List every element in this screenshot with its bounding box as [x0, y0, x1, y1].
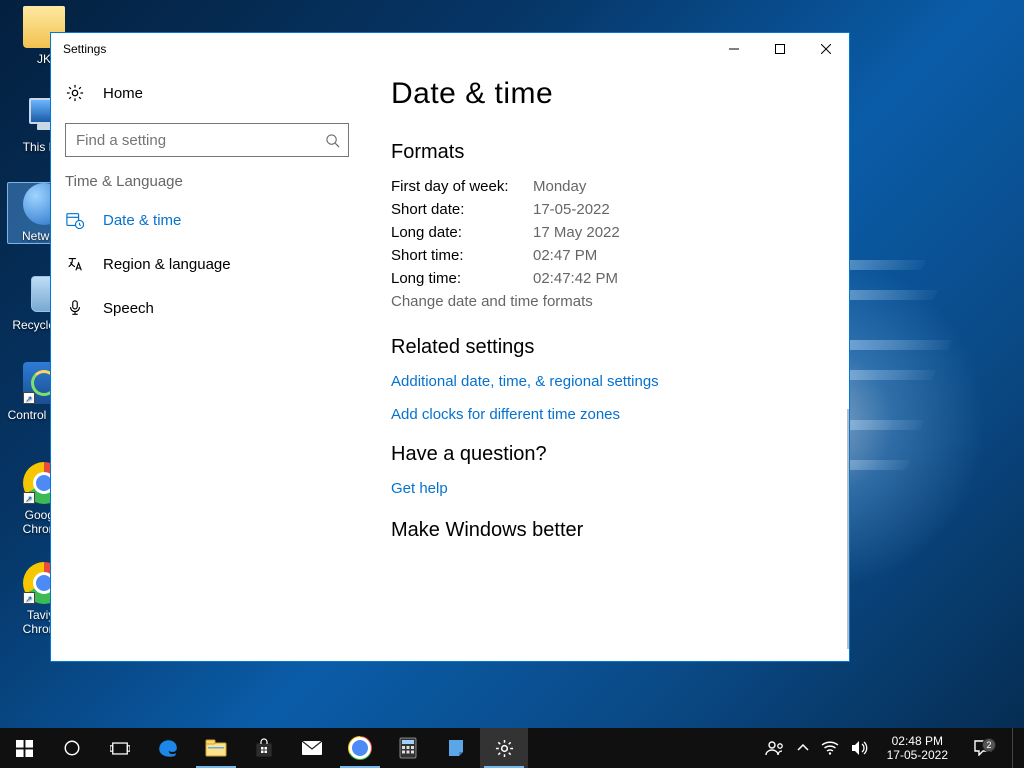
link-additional-settings[interactable]: Additional date, time, & regional settin…	[391, 373, 831, 390]
taskbar-file-explorer[interactable]	[192, 728, 240, 768]
maximize-button[interactable]	[757, 33, 803, 65]
taskbar-edge[interactable]	[144, 728, 192, 768]
label: Long time:	[391, 270, 533, 287]
volume-icon[interactable]	[851, 740, 869, 756]
sidebar-item-label: Date & time	[103, 212, 181, 229]
sidebar-item-region[interactable]: Region & language	[51, 242, 363, 286]
sidebar-category: Time & Language	[51, 173, 363, 198]
clock-calendar-icon	[65, 210, 85, 230]
row-first-day: First day of week: Monday	[391, 178, 831, 195]
section-question: Have a question?	[391, 443, 831, 466]
link-change-formats[interactable]: Change date and time formats	[391, 293, 831, 310]
page-title: Date & time	[391, 77, 831, 111]
sidebar-item-date-time[interactable]: Date & time	[51, 198, 363, 242]
row-short-date: Short date: 17-05-2022	[391, 201, 831, 218]
scrollbar[interactable]	[847, 409, 849, 649]
microphone-icon	[65, 298, 85, 318]
settings-window: Settings Home Time &	[50, 32, 850, 662]
taskbar-calculator[interactable]	[384, 728, 432, 768]
gear-icon	[65, 83, 85, 103]
start-button[interactable]	[0, 728, 48, 768]
clock-time: 02:48 PM	[887, 734, 948, 748]
minimize-button[interactable]	[711, 33, 757, 65]
people-icon[interactable]	[765, 740, 785, 756]
value: 02:47 PM	[533, 247, 597, 264]
label: First day of week:	[391, 178, 533, 195]
close-button[interactable]	[803, 33, 849, 65]
action-center-button[interactable]: 2	[966, 740, 1000, 756]
value: 17-05-2022	[533, 201, 610, 218]
label: Short date:	[391, 201, 533, 218]
taskbar-sticky-notes[interactable]	[432, 728, 480, 768]
link-get-help[interactable]: Get help	[391, 480, 831, 497]
clock-date: 17-05-2022	[887, 748, 948, 762]
row-long-time: Long time: 02:47:42 PM	[391, 270, 831, 287]
label: Short time:	[391, 247, 533, 264]
wifi-icon[interactable]	[821, 741, 839, 755]
taskbar-settings[interactable]	[480, 728, 528, 768]
search-input[interactable]	[76, 132, 325, 149]
section-related: Related settings	[391, 336, 831, 359]
value: Monday	[533, 178, 586, 195]
language-icon	[65, 254, 85, 274]
section-formats: Formats	[391, 141, 831, 164]
sidebar: Home Time & Language Date & time Reg	[51, 65, 363, 661]
sidebar-home[interactable]: Home	[51, 71, 363, 115]
taskbar-mail[interactable]	[288, 728, 336, 768]
task-view-button[interactable]	[96, 728, 144, 768]
sidebar-item-speech[interactable]: Speech	[51, 286, 363, 330]
value: 17 May 2022	[533, 224, 620, 241]
show-desktop-button[interactable]	[1012, 728, 1018, 768]
search-box[interactable]	[65, 123, 349, 157]
taskbar: 02:48 PM 17-05-2022 2	[0, 728, 1024, 768]
taskbar-clock[interactable]: 02:48 PM 17-05-2022	[881, 734, 954, 762]
sidebar-home-label: Home	[103, 85, 143, 102]
tray-chevron-up-icon[interactable]	[797, 744, 809, 752]
label: Long date:	[391, 224, 533, 241]
value: 02:47:42 PM	[533, 270, 618, 287]
content-pane: Date & time Formats First day of week: M…	[363, 65, 849, 661]
row-short-time: Short time: 02:47 PM	[391, 247, 831, 264]
section-better: Make Windows better	[391, 519, 831, 542]
cortana-button[interactable]	[48, 728, 96, 768]
taskbar-chrome[interactable]	[336, 728, 384, 768]
sidebar-item-label: Speech	[103, 300, 154, 317]
taskbar-store[interactable]	[240, 728, 288, 768]
row-long-date: Long date: 17 May 2022	[391, 224, 831, 241]
notification-badge: 2	[982, 738, 996, 752]
sidebar-item-label: Region & language	[103, 256, 231, 273]
window-title: Settings	[63, 42, 106, 56]
search-icon	[325, 133, 340, 148]
titlebar[interactable]: Settings	[51, 33, 849, 65]
system-tray: 02:48 PM 17-05-2022 2	[757, 728, 1024, 768]
link-add-clocks[interactable]: Add clocks for different time zones	[391, 406, 831, 423]
